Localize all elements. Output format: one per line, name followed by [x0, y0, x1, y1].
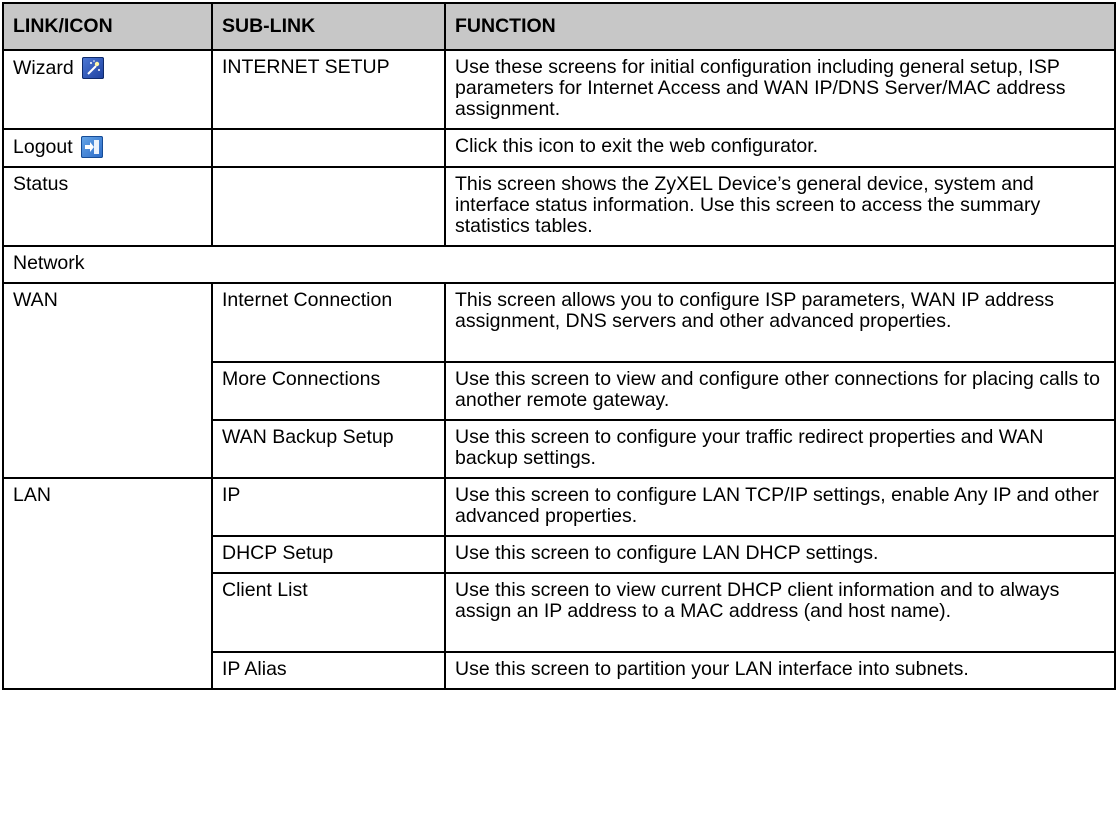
function-cell: Use this screen to configure LAN TCP/IP … — [444, 477, 1116, 537]
link-cell: WAN — [2, 282, 213, 479]
sub-link-cell: Internet Connection — [211, 282, 446, 363]
sub-link-cell: More Connections — [211, 361, 446, 421]
function-cell: Use this screen to partition your LAN in… — [444, 651, 1116, 690]
section-row: Network — [2, 245, 1116, 284]
wizard-wand-icon — [81, 57, 104, 79]
table-row: LAN IP Use this screen to configure LAN … — [2, 477, 1116, 690]
table-row: Status This screen shows the ZyXEL Devic… — [2, 166, 1116, 247]
function-cell: This screen allows you to configure ISP … — [444, 282, 1116, 363]
function-cell: This screen shows the ZyXEL Device’s gen… — [444, 166, 1116, 247]
table-row: WAN Internet Connection This screen allo… — [2, 282, 1116, 479]
sub-link-cell — [211, 128, 446, 168]
menu-summary-table: LINK/ICON SUB-LINK FUNCTION Wizard INTER… — [2, 2, 1116, 690]
header-function: FUNCTION — [444, 2, 1116, 51]
function-cell: Use this screen to view current DHCP cli… — [444, 572, 1116, 653]
link-cell: Logout — [2, 128, 213, 168]
logout-icon — [80, 136, 103, 158]
function-cell: Use this screen to view and configure ot… — [444, 361, 1116, 421]
function-cell: Use this screen to configure your traffi… — [444, 419, 1116, 479]
link-cell: Wizard — [2, 49, 213, 130]
header-sub-link: SUB-LINK — [211, 2, 446, 51]
link-cell: LAN — [2, 477, 213, 690]
table-row: Logout Click this icon to exit the web c… — [2, 128, 1116, 168]
section-label-network: Network — [2, 245, 1116, 284]
sub-link-cell: DHCP Setup — [211, 535, 446, 574]
table-header-row: LINK/ICON SUB-LINK FUNCTION — [2, 2, 1116, 51]
sub-link-cell: Client List — [211, 572, 446, 653]
sub-link-cell — [211, 166, 446, 247]
function-cell: Use these screens for initial configurat… — [444, 49, 1116, 130]
link-label: Wizard — [13, 57, 74, 79]
link-cell: Status — [2, 166, 213, 247]
sub-link-cell: IP Alias — [211, 651, 446, 690]
function-cell: Click this icon to exit the web configur… — [444, 128, 1116, 168]
sub-link-cell: WAN Backup Setup — [211, 419, 446, 479]
link-label: Logout — [13, 136, 73, 158]
sub-link-cell: INTERNET SETUP — [211, 49, 446, 130]
table-row: Wizard INTERNET SETUP Use these screens … — [2, 49, 1116, 130]
function-cell: Use this screen to configure LAN DHCP se… — [444, 535, 1116, 574]
sub-link-cell: IP — [211, 477, 446, 537]
header-link-icon: LINK/ICON — [2, 2, 213, 51]
